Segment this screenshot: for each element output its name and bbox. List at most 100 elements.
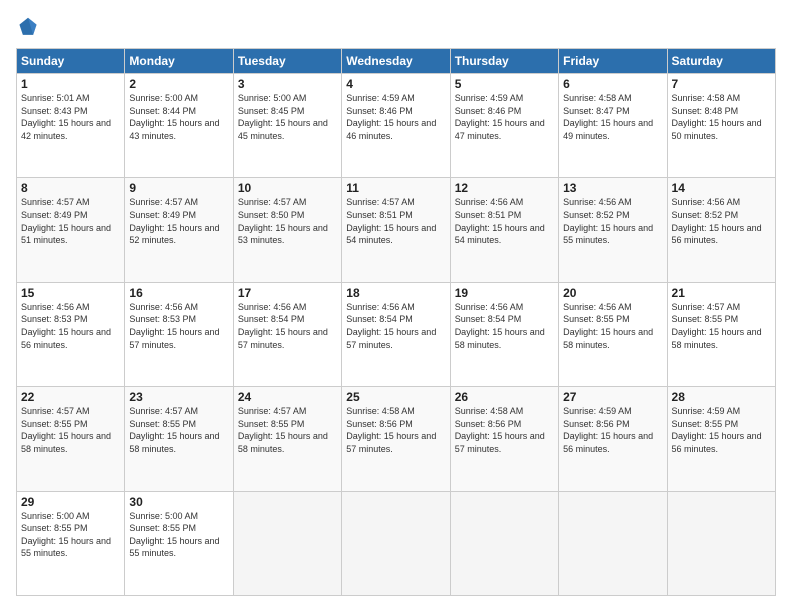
day-cell	[667, 491, 775, 595]
col-header-thursday: Thursday	[450, 49, 558, 74]
day-info: Sunrise: 5:00 AMSunset: 8:44 PMDaylight:…	[129, 92, 228, 142]
day-number: 11	[346, 181, 445, 195]
day-cell: 22 Sunrise: 4:57 AMSunset: 8:55 PMDaylig…	[17, 387, 125, 491]
day-info: Sunrise: 4:57 AMSunset: 8:49 PMDaylight:…	[129, 196, 228, 246]
calendar-table: SundayMondayTuesdayWednesdayThursdayFrid…	[16, 48, 776, 596]
day-info: Sunrise: 4:57 AMSunset: 8:55 PMDaylight:…	[129, 405, 228, 455]
day-cell: 23 Sunrise: 4:57 AMSunset: 8:55 PMDaylig…	[125, 387, 233, 491]
day-cell: 16 Sunrise: 4:56 AMSunset: 8:53 PMDaylig…	[125, 282, 233, 386]
day-number: 24	[238, 390, 337, 404]
day-number: 23	[129, 390, 228, 404]
day-cell: 8 Sunrise: 4:57 AMSunset: 8:49 PMDayligh…	[17, 178, 125, 282]
day-cell: 26 Sunrise: 4:58 AMSunset: 8:56 PMDaylig…	[450, 387, 558, 491]
day-info: Sunrise: 4:56 AMSunset: 8:54 PMDaylight:…	[346, 301, 445, 351]
day-cell: 6 Sunrise: 4:58 AMSunset: 8:47 PMDayligh…	[559, 74, 667, 178]
day-cell	[233, 491, 341, 595]
col-header-sunday: Sunday	[17, 49, 125, 74]
day-cell: 12 Sunrise: 4:56 AMSunset: 8:51 PMDaylig…	[450, 178, 558, 282]
day-cell: 13 Sunrise: 4:56 AMSunset: 8:52 PMDaylig…	[559, 178, 667, 282]
day-number: 15	[21, 286, 120, 300]
day-number: 10	[238, 181, 337, 195]
day-number: 27	[563, 390, 662, 404]
day-info: Sunrise: 4:59 AMSunset: 8:56 PMDaylight:…	[563, 405, 662, 455]
day-number: 9	[129, 181, 228, 195]
day-number: 16	[129, 286, 228, 300]
day-cell: 4 Sunrise: 4:59 AMSunset: 8:46 PMDayligh…	[342, 74, 450, 178]
day-cell: 20 Sunrise: 4:56 AMSunset: 8:55 PMDaylig…	[559, 282, 667, 386]
day-cell: 10 Sunrise: 4:57 AMSunset: 8:50 PMDaylig…	[233, 178, 341, 282]
day-number: 14	[672, 181, 771, 195]
day-info: Sunrise: 4:56 AMSunset: 8:51 PMDaylight:…	[455, 196, 554, 246]
day-number: 26	[455, 390, 554, 404]
day-info: Sunrise: 4:56 AMSunset: 8:55 PMDaylight:…	[563, 301, 662, 351]
day-info: Sunrise: 4:59 AMSunset: 8:55 PMDaylight:…	[672, 405, 771, 455]
day-info: Sunrise: 5:00 AMSunset: 8:55 PMDaylight:…	[129, 510, 228, 560]
day-info: Sunrise: 4:57 AMSunset: 8:55 PMDaylight:…	[238, 405, 337, 455]
day-info: Sunrise: 4:58 AMSunset: 8:48 PMDaylight:…	[672, 92, 771, 142]
day-info: Sunrise: 4:56 AMSunset: 8:54 PMDaylight:…	[238, 301, 337, 351]
day-number: 3	[238, 77, 337, 91]
day-cell: 30 Sunrise: 5:00 AMSunset: 8:55 PMDaylig…	[125, 491, 233, 595]
day-info: Sunrise: 4:56 AMSunset: 8:53 PMDaylight:…	[21, 301, 120, 351]
page: SundayMondayTuesdayWednesdayThursdayFrid…	[0, 0, 792, 612]
day-cell: 17 Sunrise: 4:56 AMSunset: 8:54 PMDaylig…	[233, 282, 341, 386]
day-info: Sunrise: 4:58 AMSunset: 8:47 PMDaylight:…	[563, 92, 662, 142]
day-cell	[559, 491, 667, 595]
day-number: 22	[21, 390, 120, 404]
day-info: Sunrise: 4:58 AMSunset: 8:56 PMDaylight:…	[346, 405, 445, 455]
day-cell: 18 Sunrise: 4:56 AMSunset: 8:54 PMDaylig…	[342, 282, 450, 386]
day-number: 13	[563, 181, 662, 195]
day-info: Sunrise: 4:58 AMSunset: 8:56 PMDaylight:…	[455, 405, 554, 455]
day-cell: 1 Sunrise: 5:01 AMSunset: 8:43 PMDayligh…	[17, 74, 125, 178]
week-row-4: 22 Sunrise: 4:57 AMSunset: 8:55 PMDaylig…	[17, 387, 776, 491]
day-info: Sunrise: 4:56 AMSunset: 8:52 PMDaylight:…	[563, 196, 662, 246]
day-number: 29	[21, 495, 120, 509]
day-cell: 2 Sunrise: 5:00 AMSunset: 8:44 PMDayligh…	[125, 74, 233, 178]
week-row-5: 29 Sunrise: 5:00 AMSunset: 8:55 PMDaylig…	[17, 491, 776, 595]
day-info: Sunrise: 5:01 AMSunset: 8:43 PMDaylight:…	[21, 92, 120, 142]
day-cell: 27 Sunrise: 4:59 AMSunset: 8:56 PMDaylig…	[559, 387, 667, 491]
col-header-wednesday: Wednesday	[342, 49, 450, 74]
header-row: SundayMondayTuesdayWednesdayThursdayFrid…	[17, 49, 776, 74]
day-cell: 29 Sunrise: 5:00 AMSunset: 8:55 PMDaylig…	[17, 491, 125, 595]
day-number: 21	[672, 286, 771, 300]
day-number: 4	[346, 77, 445, 91]
day-cell: 19 Sunrise: 4:56 AMSunset: 8:54 PMDaylig…	[450, 282, 558, 386]
col-header-friday: Friday	[559, 49, 667, 74]
day-number: 28	[672, 390, 771, 404]
day-info: Sunrise: 4:56 AMSunset: 8:52 PMDaylight:…	[672, 196, 771, 246]
day-number: 25	[346, 390, 445, 404]
week-row-3: 15 Sunrise: 4:56 AMSunset: 8:53 PMDaylig…	[17, 282, 776, 386]
logo	[16, 16, 44, 40]
day-cell: 28 Sunrise: 4:59 AMSunset: 8:55 PMDaylig…	[667, 387, 775, 491]
day-number: 1	[21, 77, 120, 91]
day-cell: 24 Sunrise: 4:57 AMSunset: 8:55 PMDaylig…	[233, 387, 341, 491]
day-cell: 5 Sunrise: 4:59 AMSunset: 8:46 PMDayligh…	[450, 74, 558, 178]
col-header-tuesday: Tuesday	[233, 49, 341, 74]
day-cell	[342, 491, 450, 595]
day-info: Sunrise: 5:00 AMSunset: 8:45 PMDaylight:…	[238, 92, 337, 142]
day-number: 7	[672, 77, 771, 91]
day-cell: 15 Sunrise: 4:56 AMSunset: 8:53 PMDaylig…	[17, 282, 125, 386]
day-info: Sunrise: 4:57 AMSunset: 8:50 PMDaylight:…	[238, 196, 337, 246]
day-number: 2	[129, 77, 228, 91]
week-row-2: 8 Sunrise: 4:57 AMSunset: 8:49 PMDayligh…	[17, 178, 776, 282]
week-row-1: 1 Sunrise: 5:01 AMSunset: 8:43 PMDayligh…	[17, 74, 776, 178]
day-info: Sunrise: 4:59 AMSunset: 8:46 PMDaylight:…	[346, 92, 445, 142]
day-number: 12	[455, 181, 554, 195]
day-info: Sunrise: 4:57 AMSunset: 8:55 PMDaylight:…	[21, 405, 120, 455]
day-cell: 7 Sunrise: 4:58 AMSunset: 8:48 PMDayligh…	[667, 74, 775, 178]
day-number: 8	[21, 181, 120, 195]
day-number: 17	[238, 286, 337, 300]
day-info: Sunrise: 4:57 AMSunset: 8:55 PMDaylight:…	[672, 301, 771, 351]
day-number: 19	[455, 286, 554, 300]
day-number: 30	[129, 495, 228, 509]
day-cell: 11 Sunrise: 4:57 AMSunset: 8:51 PMDaylig…	[342, 178, 450, 282]
day-cell: 14 Sunrise: 4:56 AMSunset: 8:52 PMDaylig…	[667, 178, 775, 282]
day-cell: 25 Sunrise: 4:58 AMSunset: 8:56 PMDaylig…	[342, 387, 450, 491]
day-info: Sunrise: 4:57 AMSunset: 8:49 PMDaylight:…	[21, 196, 120, 246]
day-info: Sunrise: 4:59 AMSunset: 8:46 PMDaylight:…	[455, 92, 554, 142]
day-info: Sunrise: 5:00 AMSunset: 8:55 PMDaylight:…	[21, 510, 120, 560]
col-header-saturday: Saturday	[667, 49, 775, 74]
day-info: Sunrise: 4:56 AMSunset: 8:53 PMDaylight:…	[129, 301, 228, 351]
